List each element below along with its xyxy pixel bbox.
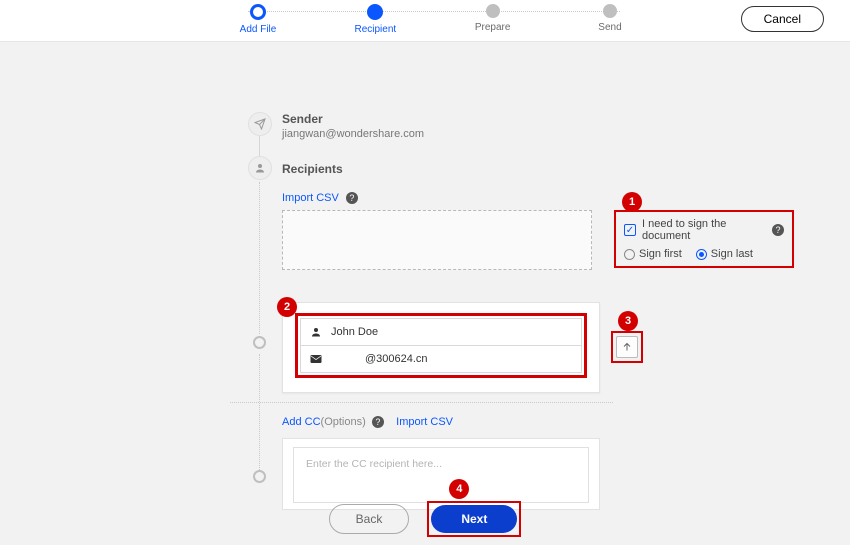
- recipients-title: Recipients: [282, 162, 343, 176]
- annotation-marker-3: 3: [618, 311, 638, 331]
- step-label: Prepare: [475, 22, 511, 33]
- sender-title: Sender: [282, 112, 424, 126]
- recipients-block: Recipients: [282, 162, 343, 176]
- cc-placeholder: Enter the CC recipient here...: [306, 458, 576, 470]
- step-send[interactable]: Send: [570, 4, 650, 35]
- stepper: Add File Recipient Prepare Send: [218, 4, 650, 35]
- help-icon[interactable]: ?: [346, 192, 358, 204]
- footer: Back 4 Next: [0, 493, 850, 545]
- mail-icon: [309, 352, 323, 366]
- sign-last-label: Sign last: [711, 248, 753, 260]
- add-cc-row: Add CC(Options) ? Import CSV: [282, 416, 453, 428]
- topbar: Add File Recipient Prepare Send Cancel: [0, 0, 850, 42]
- import-csv-row: Import CSV ?: [282, 192, 358, 204]
- next-button[interactable]: Next: [431, 505, 517, 533]
- sign-options-panel: ✓ I need to sign the document ? Sign fir…: [614, 210, 794, 268]
- content: Sender jiangwan@wondershare.com Recipien…: [0, 42, 850, 62]
- timeline-ring: [253, 470, 266, 483]
- recipient-email-field[interactable]: @300624.cn: [300, 346, 582, 373]
- person-icon: [248, 156, 272, 180]
- recipient-name-value: John Doe: [331, 326, 378, 338]
- help-icon[interactable]: ?: [772, 224, 784, 236]
- radio-icon: [696, 249, 707, 260]
- send-icon: [248, 112, 272, 136]
- step-dot-icon: [603, 4, 617, 18]
- recipient-name-field[interactable]: John Doe: [300, 318, 582, 346]
- csv-dropzone[interactable]: [282, 210, 592, 270]
- need-sign-label: I need to sign the document: [642, 218, 766, 242]
- step-dot-icon: [367, 4, 383, 20]
- step-dot-icon: [250, 4, 266, 20]
- step-prepare[interactable]: Prepare: [453, 4, 533, 35]
- sign-last-radio[interactable]: Sign last: [696, 248, 753, 260]
- recipient-email-value: @300624.cn: [365, 353, 428, 365]
- sender-email: jiangwan@wondershare.com: [282, 128, 424, 140]
- need-sign-checkbox[interactable]: ✓: [624, 224, 636, 236]
- divider: [230, 402, 613, 403]
- sign-first-radio[interactable]: Sign first: [624, 248, 682, 260]
- step-dot-icon: [486, 4, 500, 18]
- step-recipient[interactable]: Recipient: [335, 4, 415, 35]
- annotation-box-4: Next: [427, 501, 521, 537]
- cancel-button[interactable]: Cancel: [741, 6, 824, 32]
- person-icon: [309, 325, 323, 339]
- add-cc-suffix: (Options): [321, 416, 366, 428]
- recipient-card: John Doe @300624.cn: [282, 302, 600, 393]
- timeline-segment: [259, 354, 260, 470]
- timeline-ring: [253, 336, 266, 349]
- sign-first-label: Sign first: [639, 248, 682, 260]
- import-csv-link[interactable]: Import CSV: [282, 192, 339, 204]
- sender-node: [248, 112, 272, 136]
- step-label: Recipient: [354, 24, 396, 35]
- timeline-segment: [259, 136, 260, 156]
- annotation-marker-1: 1: [622, 192, 642, 212]
- import-csv-cc-link[interactable]: Import CSV: [396, 416, 453, 428]
- radio-icon: [624, 249, 635, 260]
- sender-block: Sender jiangwan@wondershare.com: [282, 112, 424, 140]
- help-icon[interactable]: ?: [372, 416, 384, 428]
- step-label: Send: [598, 22, 621, 33]
- timeline-segment: [259, 182, 260, 334]
- annotation-marker-4: 4: [449, 479, 469, 499]
- annotation-marker-2: 2: [277, 297, 297, 317]
- move-up-button[interactable]: [616, 336, 638, 358]
- back-button[interactable]: Back: [329, 504, 410, 534]
- add-cc-link[interactable]: Add CC: [282, 416, 321, 428]
- recipients-node: [248, 156, 272, 180]
- step-add-file[interactable]: Add File: [218, 4, 298, 35]
- step-label: Add File: [240, 24, 277, 35]
